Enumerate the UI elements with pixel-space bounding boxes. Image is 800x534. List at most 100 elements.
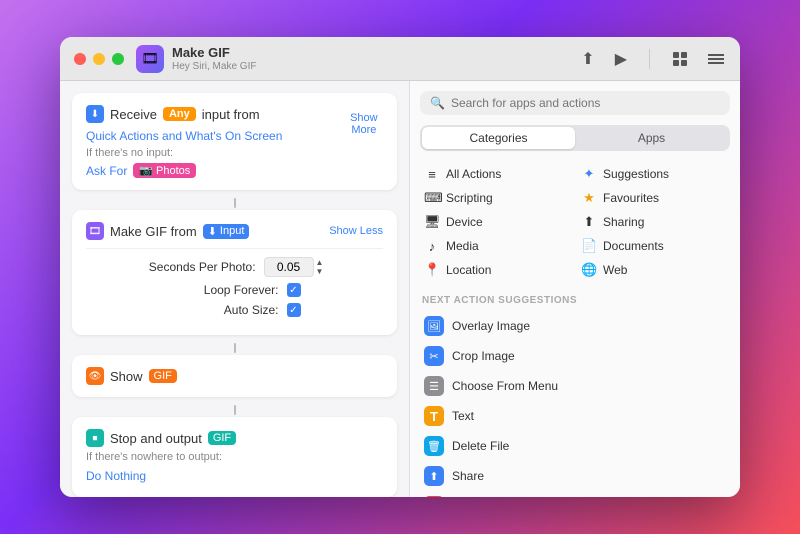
do-nothing-link[interactable]: Do Nothing (86, 469, 146, 483)
ask-for-row: Ask For 📷 Photos (86, 163, 383, 178)
choose-menu-label: Choose From Menu (452, 379, 558, 393)
search-input[interactable] (451, 96, 720, 110)
favourites-label: Favourites (603, 191, 659, 205)
traffic-lights (74, 53, 124, 65)
overlay-image-label: Overlay Image (452, 319, 530, 333)
main-content: ⬇ Receive Any input from Quick Actions a… (60, 81, 740, 497)
search-icon: 🔍 (430, 96, 445, 110)
maximize-button[interactable] (112, 53, 124, 65)
device-label: Device (446, 215, 483, 229)
loop-checkbox[interactable]: ✓ (287, 283, 301, 297)
seconds-label: Seconds Per Photo: (146, 260, 256, 274)
stop-icon: ⏹ (86, 429, 104, 447)
make-gif-title-row: 🎞 Make GIF from ⬇ Input (86, 222, 249, 240)
action-create-contact[interactable]: 👤 Create New Contact (420, 491, 730, 497)
choose-menu-icon: ☰ (424, 376, 444, 396)
favourites-icon: ★ (581, 190, 597, 206)
search-box: 🔍 (420, 91, 730, 115)
show-label: Show (110, 369, 143, 384)
grid-button[interactable] (670, 49, 690, 69)
close-button[interactable] (74, 53, 86, 65)
action-choose-from-menu[interactable]: ☰ Choose From Menu (420, 371, 730, 401)
menu-button[interactable] (706, 51, 726, 67)
sharing-icon: ⬆ (581, 214, 597, 230)
share-icon: ⬆ (424, 466, 444, 486)
show-title-row: 👁 Show GIF (86, 367, 383, 385)
web-icon: 🌐 (581, 262, 597, 278)
action-delete-file[interactable]: 🗑 Delete File (420, 431, 730, 461)
text-icon: T (424, 406, 444, 426)
ask-for-label[interactable]: Ask For (86, 164, 127, 178)
cat-all-actions[interactable]: ≡ All Actions (420, 163, 573, 185)
cat-device[interactable]: 🖥 Device (420, 211, 573, 233)
no-input-text: If there's no input: (86, 147, 383, 159)
export-button[interactable]: ⬆ (579, 47, 596, 71)
input-from-text: input from (202, 107, 260, 122)
tab-apps[interactable]: Apps (575, 127, 728, 149)
cat-documents[interactable]: 📄 Documents (577, 235, 730, 257)
minimize-button[interactable] (93, 53, 105, 65)
sharing-label: Sharing (603, 215, 644, 229)
scripting-icon: ⌨ (424, 190, 440, 206)
play-button[interactable]: ▶ (613, 47, 629, 71)
connector-line-2 (234, 343, 236, 353)
quick-actions-link[interactable]: Quick Actions and What's On Screen (86, 129, 282, 143)
show-more-button[interactable]: Show More (345, 112, 383, 136)
cat-media[interactable]: ♪ Media (420, 235, 573, 257)
cat-favourites[interactable]: ★ Favourites (577, 187, 730, 209)
all-actions-icon: ≡ (424, 167, 440, 182)
action-share[interactable]: ⬆ Share (420, 461, 730, 491)
delete-file-label: Delete File (452, 439, 509, 453)
seconds-per-photo-row: Seconds Per Photo: ▲ ▼ (86, 257, 383, 277)
documents-label: Documents (603, 239, 664, 253)
media-label: Media (446, 239, 479, 253)
cat-scripting[interactable]: ⌨ Scripting (420, 187, 573, 209)
web-label: Web (603, 263, 627, 277)
action-overlay-image[interactable]: 🖼 Overlay Image (420, 311, 730, 341)
overlay-image-icon: 🖼 (424, 316, 444, 336)
gif-params: Seconds Per Photo: ▲ ▼ Loop Forever: ✓ (86, 248, 383, 317)
hamburger-icon (708, 53, 724, 65)
tab-bar: Categories Apps (420, 125, 730, 151)
loop-label: Loop Forever: (169, 283, 279, 297)
cat-web[interactable]: 🌐 Web (577, 259, 730, 281)
create-contact-icon: 👤 (424, 496, 444, 497)
location-icon: 📍 (424, 262, 440, 278)
auto-size-checkbox[interactable]: ✓ (287, 303, 301, 317)
action-text[interactable]: T Text (420, 401, 730, 431)
cat-location[interactable]: 📍 Location (420, 259, 573, 281)
stepper-up[interactable]: ▲ (316, 258, 324, 267)
crop-image-label: Crop Image (452, 349, 515, 363)
connector-1 (72, 198, 397, 208)
delete-file-icon: 🗑 (424, 436, 444, 456)
cat-sharing[interactable]: ⬆ Sharing (577, 211, 730, 233)
show-gif-tag[interactable]: GIF (149, 369, 177, 383)
tab-categories[interactable]: Categories (422, 127, 575, 149)
suggestions-label: Suggestions (603, 167, 669, 181)
crop-image-icon: ✂ (424, 346, 444, 366)
cat-suggestions[interactable]: ✦ Suggestions (577, 163, 730, 185)
receive-title-row: ⬇ Receive Any input from Quick Actions a… (86, 105, 345, 143)
tag-any[interactable]: Any (163, 107, 196, 121)
action-crop-image[interactable]: ✂ Crop Image (420, 341, 730, 371)
categories-grid: ≡ All Actions ✦ Suggestions ⌨ Scripting … (420, 163, 730, 281)
seconds-value: ▲ ▼ (264, 257, 324, 277)
stepper-arrows[interactable]: ▲ ▼ (316, 258, 324, 276)
stop-label: Stop and output (110, 431, 202, 446)
stop-gif-tag[interactable]: GIF (208, 431, 236, 445)
right-panel: 🔍 Categories Apps ≡ All Actions ✦ Sugges… (410, 81, 740, 497)
gif-icon: 🎞 (86, 222, 104, 240)
scripting-label: Scripting (446, 191, 493, 205)
no-output-text: If there's nowhere to output: (86, 451, 383, 463)
input-tag[interactable]: ⬇ Input (203, 224, 250, 239)
show-icon: 👁 (86, 367, 104, 385)
show-less-button[interactable]: Show Less (329, 225, 383, 237)
seconds-input[interactable] (264, 257, 314, 277)
receive-label: Receive (110, 107, 157, 122)
stop-title-row: ⏹ Stop and output GIF (86, 429, 383, 447)
make-gif-card: 🎞 Make GIF from ⬇ Input Show Less Second… (72, 210, 397, 335)
location-label: Location (446, 263, 491, 277)
next-action-label: Next Action Suggestions (420, 295, 730, 306)
connector-line-3 (234, 405, 236, 415)
stepper-down[interactable]: ▼ (316, 267, 324, 276)
